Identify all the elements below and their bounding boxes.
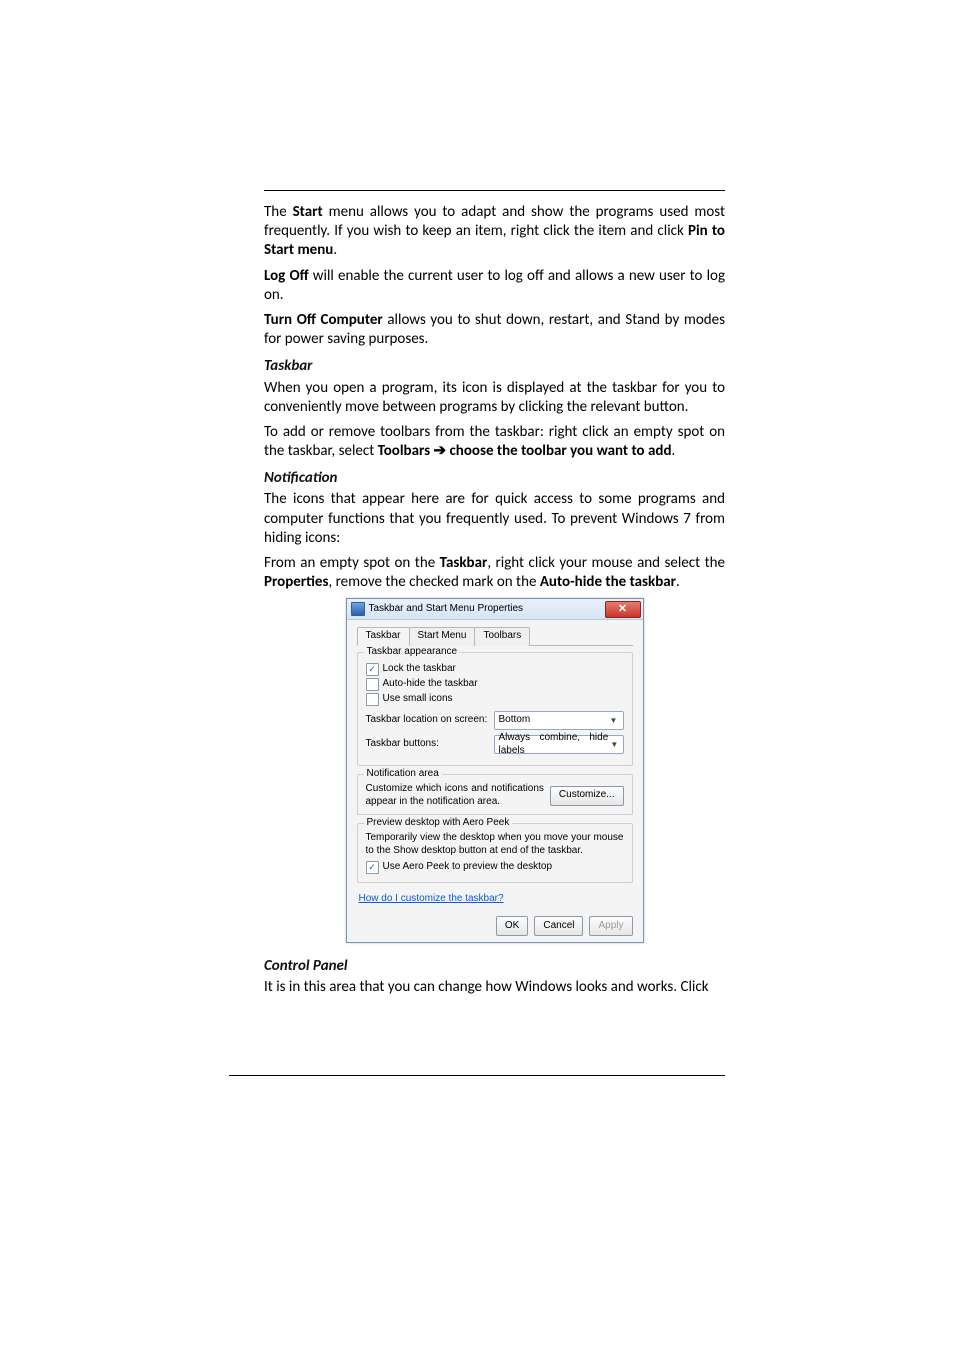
bold-taskbar-word: Taskbar [440, 554, 488, 572]
group-legend-notification: Notification area [364, 768, 442, 781]
dialog-body: Taskbar Start Menu Toolbars Taskbar appe… [347, 620, 643, 942]
checkbox-auto-hide[interactable]: Auto-hide the taskbar [366, 678, 624, 691]
body-text: The Start menu allows you to adapt and s… [264, 203, 725, 997]
text: will enable the current user to log off … [264, 267, 725, 304]
apply-button[interactable]: Apply [589, 916, 632, 936]
bold-start: Start [293, 203, 323, 221]
text: . [333, 241, 337, 259]
checkbox-aero-peek[interactable]: ✓ Use Aero Peek to preview the desktop [366, 861, 624, 874]
row-customize-notifications: Customize which icons and notifications … [366, 783, 624, 808]
text: . [676, 573, 680, 591]
paragraph-turn-off: Turn Off Computer allows you to shut dow… [264, 311, 725, 349]
chevron-down-icon: ▼ [608, 740, 620, 750]
taskbar-properties-dialog: Taskbar and Start Menu Properties ✕ Task… [346, 598, 644, 943]
text: , right click your mouse and select the [487, 554, 725, 572]
checkbox-label: Use small icons [383, 693, 453, 706]
top-rule [264, 190, 725, 191]
paragraph-control-panel: It is in this area that you can change h… [264, 978, 725, 997]
bold-logoff: Log Off [264, 267, 309, 285]
text: From an empty spot on the [264, 554, 440, 572]
bold-turnoff: Turn Off Computer [264, 311, 383, 329]
bold-properties: Properties [264, 573, 328, 591]
checkbox-lock-taskbar[interactable]: ✓ Lock the taskbar [366, 663, 624, 676]
checkbox-label: Lock the taskbar [383, 663, 456, 676]
group-legend-aero: Preview desktop with Aero Peek [364, 817, 513, 830]
dialog-title: Taskbar and Start Menu Properties [369, 603, 605, 616]
customize-button[interactable]: Customize... [550, 786, 624, 806]
close-icon: ✕ [618, 604, 627, 615]
checkbox-icon [366, 678, 379, 691]
checkbox-icon: ✓ [366, 861, 379, 874]
paragraph-start-menu: The Start menu allows you to adapt and s… [264, 203, 725, 261]
heading-control-panel: Control Panel [264, 957, 725, 976]
dialog-titlebar[interactable]: Taskbar and Start Menu Properties ✕ [347, 599, 643, 620]
text-aero-desc: Temporarily view the desktop when you mo… [366, 832, 624, 857]
dialog-tabs: Taskbar Start Menu Toolbars [357, 626, 633, 646]
text: . [672, 442, 676, 460]
combo-taskbar-location[interactable]: Bottom ▼ [494, 711, 624, 730]
arrow-icon: ➔ [434, 442, 447, 460]
dialog-actions: OK Cancel Apply [357, 910, 633, 936]
checkbox-label: Auto-hide the taskbar [383, 678, 478, 691]
tab-start-menu[interactable]: Start Menu [409, 627, 476, 646]
tab-toolbars[interactable]: Toolbars [474, 627, 530, 646]
heading-taskbar: Taskbar [264, 357, 725, 376]
checkbox-label: Use Aero Peek to preview the desktop [383, 861, 553, 874]
text-customize-notifications: Customize which icons and notifications … [366, 783, 544, 808]
cancel-button[interactable]: Cancel [534, 916, 583, 936]
combo-taskbar-buttons[interactable]: Always combine, hide labels ▼ [494, 735, 624, 754]
text: , remove the checked mark on the [328, 573, 539, 591]
group-taskbar-appearance: Taskbar appearance ✓ Lock the taskbar Au… [357, 652, 633, 766]
ok-button[interactable]: OK [496, 916, 528, 936]
bold-toolbars: Toolbars [378, 442, 434, 460]
checkbox-icon [366, 693, 379, 706]
label-taskbar-buttons: Taskbar buttons: [366, 738, 494, 751]
combo-value: Bottom [499, 714, 531, 727]
bold-autohide: Auto-hide the taskbar [540, 573, 676, 591]
document-page: The Start menu allows you to adapt and s… [0, 0, 954, 1350]
row-taskbar-location: Taskbar location on screen: Bottom ▼ [366, 711, 624, 730]
bold-choose-toolbar: choose the toolbar you want to add [446, 442, 671, 460]
combo-value: Always combine, hide labels [499, 732, 609, 758]
checkbox-small-icons[interactable]: Use small icons [366, 693, 624, 706]
text: menu allows you to adapt and show the pr… [264, 203, 725, 240]
row-taskbar-buttons: Taskbar buttons: Always combine, hide la… [366, 735, 624, 754]
window-icon [351, 602, 365, 616]
text: The [264, 203, 293, 221]
paragraph-notification-2: From an empty spot on the Taskbar, right… [264, 554, 725, 592]
heading-notification: Notification [264, 469, 725, 488]
close-button[interactable]: ✕ [605, 601, 641, 618]
checkbox-icon: ✓ [366, 663, 379, 676]
paragraph-taskbar-1: When you open a program, its icon is dis… [264, 379, 725, 417]
group-legend-appearance: Taskbar appearance [364, 646, 461, 659]
paragraph-notification-1: The icons that appear here are for quick… [264, 490, 725, 548]
paragraph-taskbar-2: To add or remove toolbars from the taskb… [264, 423, 725, 461]
group-notification-area: Notification area Customize which icons … [357, 774, 633, 815]
group-aero-peek: Preview desktop with Aero Peek Temporari… [357, 823, 633, 883]
tab-taskbar[interactable]: Taskbar [357, 627, 410, 646]
bottom-rule [229, 1075, 725, 1076]
paragraph-log-off: Log Off will enable the current user to … [264, 267, 725, 305]
label-taskbar-location: Taskbar location on screen: [366, 714, 494, 727]
chevron-down-icon: ▼ [607, 716, 621, 726]
help-link[interactable]: How do I customize the taskbar? [359, 893, 504, 906]
